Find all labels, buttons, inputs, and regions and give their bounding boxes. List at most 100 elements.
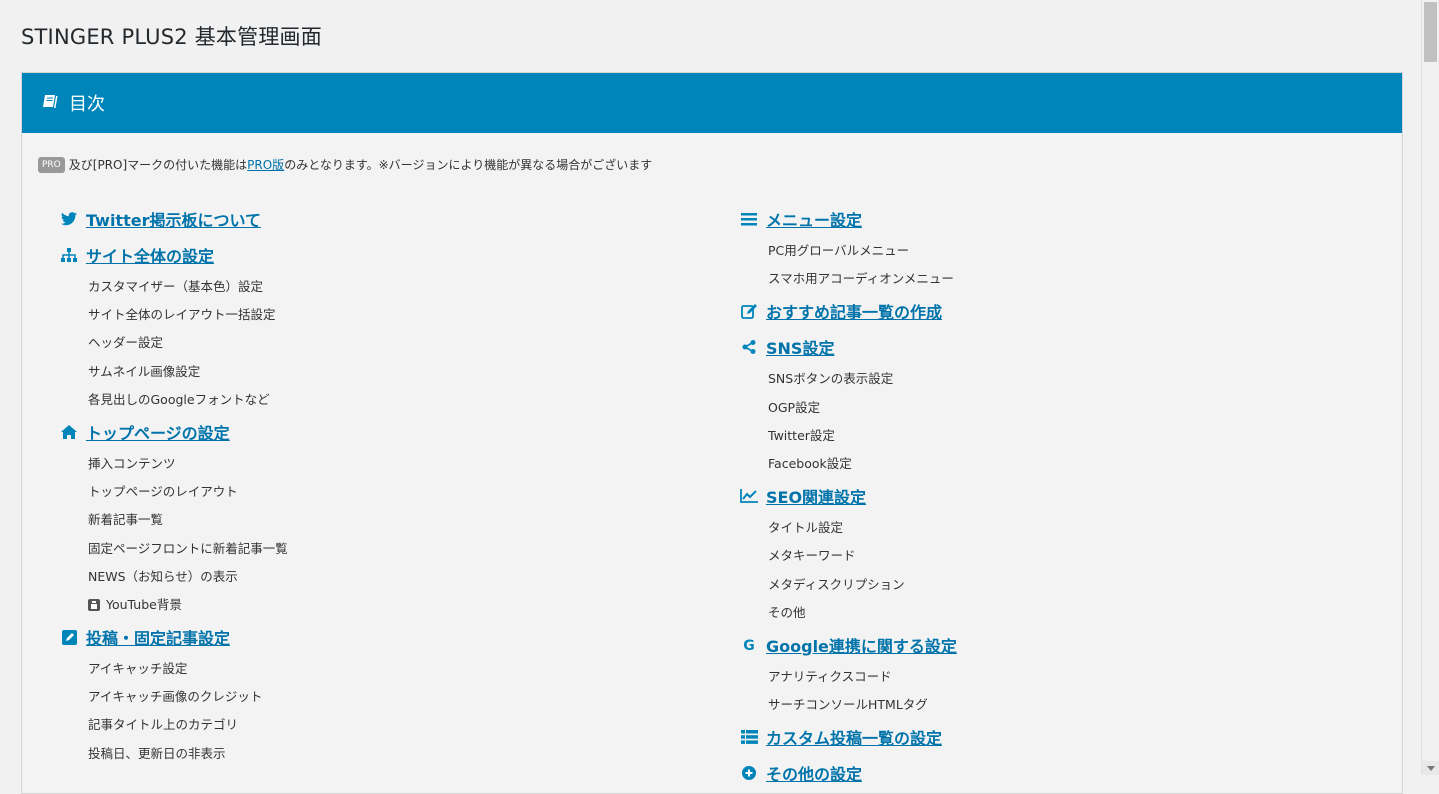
toc-sub-item[interactable]: 新着記事一覧 xyxy=(60,506,288,534)
toc-section-heading: SEO関連設定 xyxy=(740,478,957,514)
page-scrollbar[interactable] xyxy=(1421,0,1439,775)
toc-right-column: メニュー設定 PC用グローバルメニュー スマホ用アコーディオンメニューおすすめ記事一… xyxy=(740,201,957,791)
toc-sub-item-label: NEWS（お知らせ）の表示 xyxy=(88,568,238,584)
toc-section-heading: サイト全体の設定 xyxy=(60,237,288,273)
toc-section: SNS設定 SNSボタンの表示設定 OGP設定 Twitter設定 Facebook設定 xyxy=(740,329,957,478)
toc-sub-item-label: メタキーワード xyxy=(768,548,856,564)
google-icon: G xyxy=(740,637,758,653)
toc-sub-item[interactable]: 各見出しのGoogleフォントなど xyxy=(60,386,288,414)
toc-sub-item[interactable]: アイキャッチ設定 xyxy=(60,655,288,683)
toc-section-heading: トップページの設定 xyxy=(60,414,288,450)
toc-section-link[interactable]: その他の設定 xyxy=(766,761,862,785)
toc-sub-item[interactable]: 投稿日、更新日の非表示 xyxy=(60,740,288,768)
toc-section-link[interactable]: Google連携に関する設定 xyxy=(766,633,957,657)
toc-section-heading: カスタム投稿一覧の設定 xyxy=(740,719,957,755)
toc-sub-item-label: Facebook設定 xyxy=(768,455,852,471)
toc-title: 目次 xyxy=(69,94,105,115)
toc-section-link[interactable]: カスタム投稿一覧の設定 xyxy=(766,725,942,749)
toc-sub-item[interactable]: トップページのレイアウト xyxy=(60,478,288,506)
pro-badge: PRO xyxy=(38,156,65,173)
toc-section-link[interactable]: おすすめ記事一覧の作成 xyxy=(766,299,942,323)
toc-section-heading: G Google連携に関する設定 xyxy=(740,627,957,663)
note-text-after: のみとなります。※バージョンにより機能が異なる場合がございます xyxy=(284,158,653,172)
toc-section-heading: Twitter掲示板について xyxy=(60,201,288,237)
menu-icon xyxy=(740,211,758,227)
twitter-icon xyxy=(60,211,78,227)
toc-sub-item[interactable]: アイキャッチ画像のクレジット xyxy=(60,683,288,711)
youtube-icon xyxy=(88,593,100,621)
toc-section: その他の設定 xyxy=(740,755,957,791)
toc-sub-item[interactable]: サーチコンソールHTMLタグ xyxy=(740,691,957,719)
toc-sub-item-label: サムネイル画像設定 xyxy=(88,363,201,379)
toc-section-link[interactable]: トップページの設定 xyxy=(86,420,230,444)
toc-section-link[interactable]: SNS設定 xyxy=(766,335,834,359)
toc-sub-item-label: サーチコンソールHTMLタグ xyxy=(768,697,928,713)
toc-sub-list: アナリティクスコードサーチコンソールHTMLタグ xyxy=(740,663,957,719)
toc-sub-item[interactable]: SNSボタンの表示設定 xyxy=(740,365,957,393)
toc-sub-item-label: タイトル設定 xyxy=(768,520,844,536)
toc-section-heading: その他の設定 xyxy=(740,755,957,791)
toc-sub-item[interactable]: Twitter設定 xyxy=(740,422,957,450)
toc-section: 投稿・固定記事設定アイキャッチ設定 アイキャッチ画像のクレジット記事タイトル上のカ… xyxy=(60,619,288,768)
toc-sub-item[interactable]: アナリティクスコード xyxy=(740,663,957,691)
book-icon xyxy=(42,93,69,114)
sitemap-icon xyxy=(60,247,78,263)
toc-section-link[interactable]: SEO関連設定 xyxy=(766,484,866,508)
edit-icon xyxy=(60,629,78,645)
toc-section: サイト全体の設定カスタマイザー（基本色）設定 サイト全体のレイアウト一括設定ヘッダ… xyxy=(60,237,288,414)
toc-sub-list: アイキャッチ設定 アイキャッチ画像のクレジット記事タイトル上のカテゴリ 投稿日、更新… xyxy=(60,655,288,768)
toc-sub-item[interactable]: Facebook設定 xyxy=(740,450,957,478)
toc-sub-item[interactable]: タイトル設定 xyxy=(740,514,957,542)
toc-sub-item[interactable]: サイト全体のレイアウト一括設定 xyxy=(60,301,288,329)
toc-sub-item[interactable]: YouTube背景 xyxy=(60,591,288,619)
toc-sub-item-label: ヘッダー設定 xyxy=(88,335,164,351)
toc-section-link[interactable]: 投稿・固定記事設定 xyxy=(86,625,230,649)
toc-left-column: Twitter掲示板について サイト全体の設定カスタマイザー（基本色）設定 サイト全… xyxy=(60,201,288,768)
pencil-square-icon xyxy=(740,303,758,319)
toc-section: SEO関連設定タイトル設定 メタキーワードメタディスクリプション その他 xyxy=(740,478,957,627)
toc-sub-item[interactable]: ヘッダー設定 xyxy=(60,329,288,357)
pro-link[interactable]: PRO版 xyxy=(247,156,284,173)
toc-sub-item-label: 各見出しのGoogleフォントなど xyxy=(88,391,270,407)
toc-sub-item[interactable]: 固定ページフロントに新着記事一覧 xyxy=(60,535,288,563)
share-icon xyxy=(740,339,758,355)
toc-sub-item[interactable]: スマホ用アコーディオンメニュー xyxy=(740,265,957,293)
toc-sub-item-label: OGP設定 xyxy=(768,399,821,415)
toc-sub-item-label: 固定ページフロントに新着記事一覧 xyxy=(88,540,288,556)
scroll-down-arrow[interactable] xyxy=(1422,761,1439,775)
toc-sub-item[interactable]: サムネイル画像設定 xyxy=(60,358,288,386)
toc-section: メニュー設定 PC用グローバルメニュー スマホ用アコーディオンメニュー xyxy=(740,201,957,293)
plus-circle-icon xyxy=(740,765,758,781)
toc-section-link[interactable]: Twitter掲示板について xyxy=(86,207,261,231)
toc-sub-item-label: Twitter設定 xyxy=(768,427,835,443)
toc-sub-item-label: 投稿日、更新日の非表示 xyxy=(88,745,226,761)
toc-sub-list: PC用グローバルメニュー スマホ用アコーディオンメニュー xyxy=(740,237,957,293)
toc-sub-list: 挿入コンテンツトップページのレイアウト 新着記事一覧固定ページフロントに新着記事一… xyxy=(60,450,288,619)
toc-sub-item-label: メタディスクリプション xyxy=(768,576,905,592)
toc-sub-item[interactable]: NEWS（お知らせ）の表示 xyxy=(60,563,288,591)
toc-sub-item-label: 記事タイトル上のカテゴリ xyxy=(88,717,239,733)
toc-sub-item[interactable]: メタキーワード xyxy=(740,542,957,570)
toc-sub-item[interactable]: OGP設定 xyxy=(740,394,957,422)
toc-section: G Google連携に関する設定アナリティクスコードサーチコンソールHTMLタグ xyxy=(740,627,957,719)
toc-sub-item[interactable]: カスタマイザー（基本色）設定 xyxy=(60,273,288,301)
toc-panel: 目次 PRO 及び[PRO]マークの付いた機能は PRO版 のみとなります。※バ… xyxy=(21,72,1403,794)
toc-section: おすすめ記事一覧の作成 xyxy=(740,293,957,329)
list-icon xyxy=(740,729,758,745)
scroll-thumb[interactable] xyxy=(1424,2,1437,62)
toc-section-link[interactable]: メニュー設定 xyxy=(766,207,862,231)
page-title: STINGER PLUS2 基本管理画面 xyxy=(21,25,322,49)
toc-sub-item[interactable]: その他 xyxy=(740,599,957,627)
svg-text:G: G xyxy=(743,638,755,652)
toc-section-heading: 投稿・固定記事設定 xyxy=(60,619,288,655)
toc-sub-item[interactable]: PC用グローバルメニュー xyxy=(740,237,957,265)
toc-sub-item[interactable]: 挿入コンテンツ xyxy=(60,450,288,478)
home-icon xyxy=(60,424,78,440)
toc-section-link[interactable]: サイト全体の設定 xyxy=(86,243,214,267)
toc-sub-item-label: 挿入コンテンツ xyxy=(88,455,176,471)
toc-sub-item[interactable]: 記事タイトル上のカテゴリ xyxy=(60,711,288,739)
toc-sub-list: SNSボタンの表示設定 OGP設定 Twitter設定 Facebook設定 xyxy=(740,365,957,478)
toc-sub-item[interactable]: メタディスクリプション xyxy=(740,571,957,599)
toc-section-heading: SNS設定 xyxy=(740,329,957,365)
toc-sub-item-label: その他 xyxy=(768,604,806,620)
